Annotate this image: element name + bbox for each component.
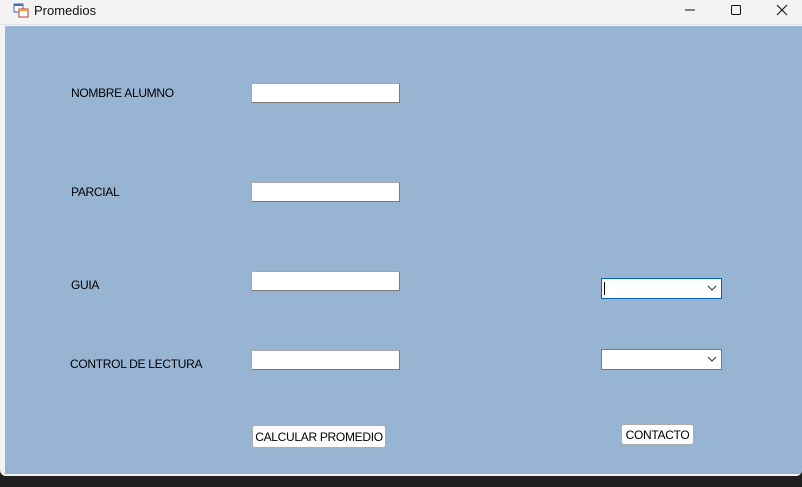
contacto-button[interactable]: CONTACTO [621,424,694,445]
minimize-button[interactable] [667,0,713,25]
chevron-down-icon [707,356,717,362]
maximize-icon [731,5,741,15]
guia-combobox[interactable] [601,278,722,299]
guia-label: GUIA [71,278,100,292]
app-window: Promedios NOMBRE ALUMNO PARCIAL GUIA CON… [0,0,802,476]
taskbar-strip [0,479,802,487]
chevron-down-icon [707,285,717,291]
form-client-area: NOMBRE ALUMNO PARCIAL GUIA CONTROL DE LE… [5,26,802,474]
close-icon [776,4,788,16]
maximize-button[interactable] [713,0,759,25]
winforms-app-icon [13,2,29,18]
guia-input[interactable] [251,271,400,291]
close-button[interactable] [759,0,802,25]
title-bar: Promedios [0,0,802,25]
nombre-alumno-input[interactable] [251,83,400,103]
control-lectura-combobox[interactable] [601,349,722,370]
calcular-promedio-button[interactable]: CALCULAR PROMEDIO [252,425,386,448]
parcial-input[interactable] [251,182,400,202]
text-caret [604,282,605,295]
minimize-icon [685,9,695,11]
nombre-alumno-label: NOMBRE ALUMNO [71,86,174,100]
window-title: Promedios [34,3,97,18]
control-lectura-label: CONTROL DE LECTURA [70,357,203,371]
control-lectura-input[interactable] [251,350,400,370]
parcial-label: PARCIAL [71,185,120,199]
